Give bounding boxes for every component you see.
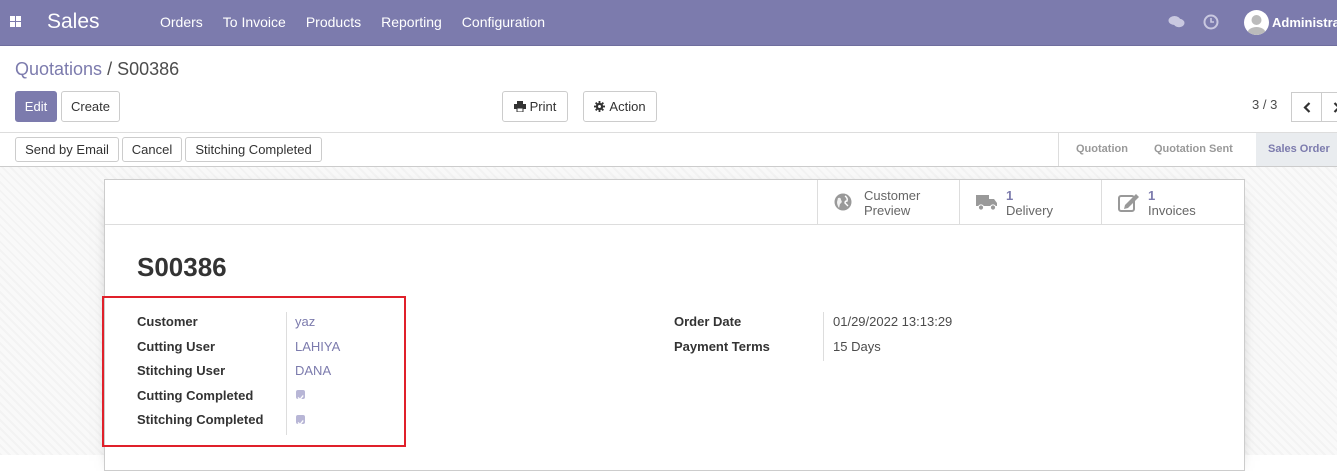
- edit-document-icon: [1118, 193, 1140, 212]
- stage-quotation-sent[interactable]: Quotation Sent: [1137, 133, 1256, 166]
- delivery-count: 1: [1006, 188, 1053, 203]
- customer-preview-line1: Customer: [864, 188, 920, 203]
- invoices-text: 1 Invoices: [1148, 188, 1196, 218]
- menu-configuration[interactable]: Configuration: [452, 14, 555, 30]
- menu-orders[interactable]: Orders: [150, 14, 213, 30]
- menu-reporting[interactable]: Reporting: [371, 14, 452, 30]
- breadcrumb-current: S00386: [117, 59, 179, 79]
- customer-preview-line2: Preview: [864, 203, 920, 218]
- send-by-email-button[interactable]: Send by Email: [15, 137, 119, 162]
- menu-products[interactable]: Products: [296, 14, 371, 30]
- delivery-button[interactable]: 1 Delivery: [959, 180, 1101, 224]
- chat-icon[interactable]: [1168, 15, 1185, 29]
- top-navbar: Sales Orders To Invoice Products Reporti…: [0, 0, 1337, 46]
- action-button[interactable]: Action: [583, 91, 657, 122]
- breadcrumb-quotations[interactable]: Quotations: [15, 59, 102, 79]
- send-by-email-label: Send by Email: [25, 142, 109, 157]
- gear-icon: [594, 101, 605, 112]
- statusbar: Send by Email Cancel Stitching Completed…: [0, 133, 1337, 167]
- app-brand[interactable]: Sales: [47, 10, 100, 34]
- invoices-count: 1: [1148, 188, 1196, 203]
- cancel-button[interactable]: Cancel: [122, 137, 182, 162]
- globe-icon: [834, 193, 852, 211]
- pager-previous-button[interactable]: [1291, 92, 1322, 122]
- stage-sales-order-label: Sales Order: [1268, 143, 1330, 155]
- print-icon: [514, 101, 526, 112]
- status-stages: Quotation Quotation Sent Sales Order: [1058, 133, 1337, 166]
- pager-value[interactable]: 3 / 3: [1252, 97, 1277, 112]
- record-title: S00386: [137, 252, 227, 283]
- payment-terms-label: Payment Terms: [674, 339, 770, 354]
- stitching-completed-label: Stitching Completed: [195, 142, 311, 157]
- edit-button[interactable]: Edit: [15, 91, 57, 122]
- print-button-label: Print: [530, 99, 557, 114]
- stage-quotation[interactable]: Quotation: [1059, 133, 1137, 166]
- payment-terms-value: 15 Days: [833, 339, 881, 354]
- print-button[interactable]: Print: [502, 91, 568, 122]
- order-date-value: 01/29/2022 13:13:29: [833, 314, 952, 329]
- avatar[interactable]: [1244, 10, 1269, 35]
- customer-preview-text: Customer Preview: [864, 188, 920, 218]
- create-button-label: Create: [71, 99, 110, 114]
- main-menu: Orders To Invoice Products Reporting Con…: [150, 14, 555, 30]
- delivery-label: Delivery: [1006, 203, 1053, 218]
- apps-grid-icon[interactable]: [10, 16, 21, 27]
- action-button-label: Action: [609, 99, 645, 114]
- create-button[interactable]: Create: [61, 91, 120, 122]
- truck-icon: [976, 193, 998, 211]
- stage-quotation-label: Quotation: [1076, 143, 1128, 155]
- user-name[interactable]: Administrat: [1272, 15, 1337, 30]
- stage-sales-order[interactable]: Sales Order: [1256, 133, 1337, 166]
- smart-button-box: Customer Preview 1 Delivery 1: [105, 180, 1244, 225]
- cancel-label: Cancel: [132, 142, 172, 157]
- menu-to-invoice[interactable]: To Invoice: [213, 14, 296, 30]
- order-date-label: Order Date: [674, 314, 741, 329]
- right-group-divider: [823, 312, 824, 361]
- stage-quotation-sent-label: Quotation Sent: [1154, 143, 1233, 155]
- delivery-text: 1 Delivery: [1006, 188, 1053, 218]
- stitching-completed-button[interactable]: Stitching Completed: [185, 137, 322, 162]
- breadcrumb-separator: /: [107, 59, 112, 79]
- edit-button-label: Edit: [25, 99, 47, 114]
- pager-next-button[interactable]: [1321, 92, 1337, 122]
- clock-icon[interactable]: [1203, 14, 1219, 30]
- invoices-label: Invoices: [1148, 203, 1196, 218]
- chevron-left-icon: [1303, 102, 1311, 113]
- highlight-box: [102, 296, 406, 447]
- chevron-right-icon: [1333, 102, 1337, 113]
- breadcrumb: Quotations / S00386: [15, 59, 179, 80]
- invoices-button[interactable]: 1 Invoices: [1101, 180, 1244, 224]
- customer-preview-button[interactable]: Customer Preview: [817, 180, 959, 224]
